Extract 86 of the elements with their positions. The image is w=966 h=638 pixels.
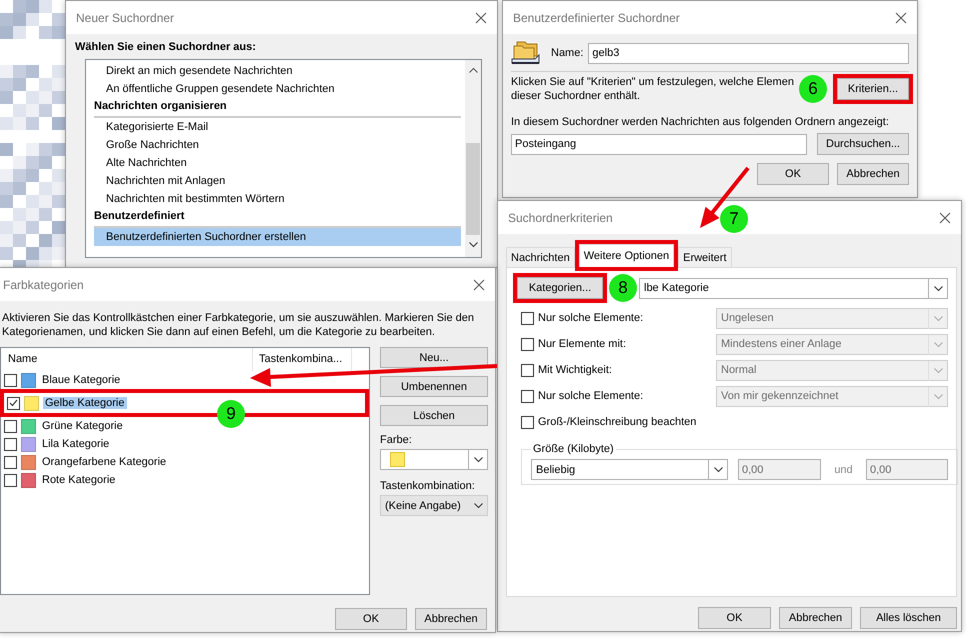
- field-label: Name:: [551, 47, 584, 59]
- description-text: Aktivieren Sie das Kontrollkästchen einer Farbkategorie, um sie auszuwählen. Markieren Sie den Kategorienamen, und klicken Sie dann auf einen Befehl, um die Kategorie zu bearbeiten.: [1, 311, 476, 340]
- list-item[interactable]: Nachrichten mit bestimmten Wörtern: [94, 190, 461, 208]
- list-item[interactable]: Nachrichten mit Anlagen: [94, 172, 461, 190]
- color-dropdown[interactable]: [380, 449, 488, 470]
- list-item[interactable]: An öffentliche Gruppen gesendete Nachrichten: [94, 80, 461, 98]
- dialog-button[interactable]: Abbrechen: [837, 163, 909, 185]
- arrow: [700, 166, 750, 228]
- category-name[interactable]: Gelbe Kategorie: [43, 397, 126, 409]
- close-icon[interactable]: [473, 278, 485, 290]
- list-item[interactable]: Direkt an mich gesendete Nachrichten: [94, 62, 461, 80]
- close-icon[interactable]: [475, 12, 487, 24]
- list-item[interactable]: Alte Nachrichten: [94, 154, 461, 172]
- option-label: Nur solche Elemente:: [538, 312, 644, 324]
- folder-field[interactable]: Posteingang: [511, 134, 807, 154]
- size-to-field[interactable]: 0,00: [866, 459, 948, 480]
- field-label: Tastenkombination:: [380, 480, 476, 492]
- chevron-down-icon: [474, 457, 482, 463]
- chevron-down-icon: [468, 242, 478, 248]
- checkbox[interactable]: [7, 396, 20, 410]
- tab[interactable]: Weitere Optionen: [578, 244, 674, 267]
- list-item[interactable]: Benutzerdefinierten Suchordner erstellen: [94, 228, 461, 246]
- field-label: In diesem Suchordner werden Nachrichten aus folgenden Ordnern angezeigt:: [511, 116, 890, 128]
- option-label: Nur Elemente mit:: [538, 338, 626, 350]
- chevron-down-icon: [934, 342, 942, 348]
- size-dropdown[interactable]: Beliebig: [531, 459, 728, 480]
- shortcut-dropdown[interactable]: (Keine Angabe): [380, 495, 488, 516]
- tab[interactable]: Nachrichten: [506, 247, 575, 267]
- group-header: Nachrichten organisieren: [94, 98, 461, 118]
- category-button[interactable]: Löschen: [380, 405, 488, 426]
- chevron-up-icon: [468, 67, 478, 73]
- checkbox[interactable]: [521, 416, 534, 428]
- category-button[interactable]: Umbenennen: [380, 376, 488, 397]
- step-badge: 8: [609, 274, 637, 302]
- dialog-button[interactable]: Abbrechen: [415, 608, 487, 630]
- list-item[interactable]: Kategorisierte E-Mail: [94, 118, 461, 136]
- category-name[interactable]: Grüne Kategorie: [40, 420, 125, 432]
- browse-button[interactable]: Durchsuchen...: [817, 133, 909, 155]
- categories-button[interactable]: Kategorien...: [517, 277, 603, 299]
- scrollbar[interactable]: [465, 60, 481, 257]
- chevron-down-icon: [714, 467, 722, 473]
- name-field[interactable]: gelb3: [588, 42, 909, 64]
- dialog-button[interactable]: Alles löschen: [860, 607, 957, 629]
- criteria-button[interactable]: Kriterien...: [837, 78, 909, 100]
- dialog-button[interactable]: OK: [757, 163, 829, 185]
- step-badge: 6: [799, 75, 827, 103]
- category-button[interactable]: Neu...: [380, 347, 488, 368]
- chevron-down-icon: [934, 286, 942, 292]
- checkbox[interactable]: [4, 474, 17, 486]
- tab[interactable]: Erweitert: [678, 247, 732, 267]
- section-heading: Wählen Sie einen Suchordner aus:: [74, 40, 257, 55]
- chevron-down-icon: [934, 368, 942, 374]
- option-label: Nur solche Elemente:: [538, 390, 644, 402]
- option-label: Mit Wichtigkeit:: [538, 364, 612, 376]
- category-name[interactable]: Orangefarbene Kategorie: [40, 456, 168, 468]
- window-title: Farbkategorien: [3, 278, 84, 292]
- dialog-button[interactable]: Abbrechen: [779, 607, 852, 629]
- field-label: Farbe:: [380, 434, 413, 446]
- close-icon[interactable]: [895, 12, 907, 24]
- option-label: Groß-/Kleinschreibung beachten: [538, 416, 696, 428]
- list-item[interactable]: Große Nachrichten: [94, 136, 461, 154]
- size-from-field[interactable]: 0,00: [738, 459, 821, 480]
- range-label: und: [833, 464, 854, 476]
- window-title: Neuer Suchordner: [76, 10, 174, 24]
- category-dropdown[interactable]: lbe Kategorie: [639, 278, 948, 298]
- category-name[interactable]: Blaue Kategorie: [40, 374, 122, 386]
- chevron-down-icon: [934, 316, 942, 322]
- column-header[interactable]: Name: [1, 348, 253, 371]
- chevron-down-icon: [934, 394, 942, 400]
- instruction-text: Klicken Sie auf "Kriterien" um festzulegen, welche Elemen dieser Suchordner enthält.: [511, 75, 794, 103]
- dialog-button[interactable]: OK: [698, 607, 771, 629]
- group-label: Größe (Kilobyte): [532, 443, 615, 455]
- checkbox[interactable]: [4, 438, 17, 450]
- scroll-thumb[interactable]: [466, 143, 480, 235]
- window-title: Suchordnerkriterien: [508, 210, 613, 224]
- checkbox[interactable]: [4, 420, 17, 432]
- chevron-down-icon: [474, 503, 482, 509]
- close-icon[interactable]: [939, 212, 951, 224]
- category-name[interactable]: Lila Kategorie: [40, 438, 112, 450]
- window-title: Benutzerdefinierter Suchordner: [513, 10, 680, 24]
- checkbox[interactable]: [4, 456, 17, 468]
- folder-stack-icon: [511, 40, 541, 66]
- color-swatch: [390, 452, 405, 467]
- checkbox[interactable]: [4, 374, 17, 386]
- dialog-button[interactable]: OK: [335, 608, 407, 630]
- category-name[interactable]: Rote Kategorie: [40, 474, 118, 486]
